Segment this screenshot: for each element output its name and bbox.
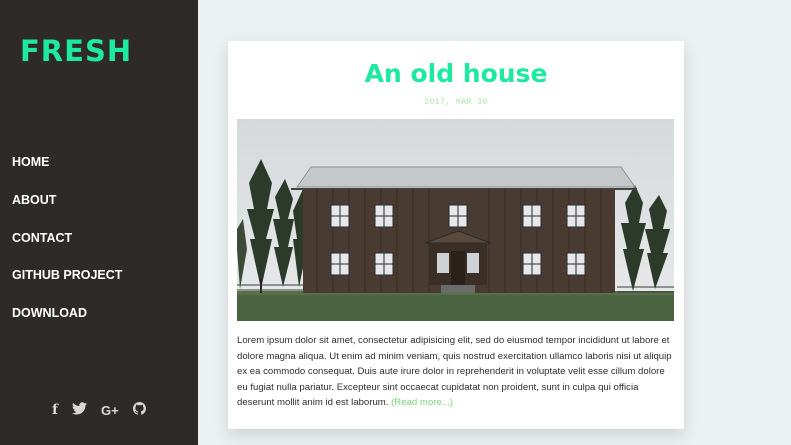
post-image[interactable]	[237, 119, 674, 321]
facebook-icon[interactable]: f	[52, 402, 58, 418]
sidebar: FRESH HOME ABOUT CONTACT GITHUB PROJECT …	[0, 0, 198, 445]
nav-item-about[interactable]: ABOUT	[12, 190, 122, 228]
post-excerpt: Lorem ipsum dolor sit amet, consectetur …	[237, 333, 677, 411]
read-more-link[interactable]: (Read more...)	[391, 397, 453, 408]
post-card: An old house 2017, MAR 30 Lorem ipsum do…	[228, 41, 684, 429]
nav-item-github-project[interactable]: GITHUB PROJECT	[12, 265, 122, 303]
post-date: 2017, MAR 30	[424, 98, 488, 107]
main-nav: HOME ABOUT CONTACT GITHUB PROJECT DOWNLO…	[12, 152, 122, 341]
nav-item-contact[interactable]: CONTACT	[12, 228, 122, 266]
google-plus-icon[interactable]: G+	[101, 403, 119, 418]
post-excerpt-text: Lorem ipsum dolor sit amet, consectetur …	[237, 335, 672, 409]
nav-item-home[interactable]: HOME	[12, 152, 122, 190]
github-icon[interactable]	[132, 402, 146, 418]
twitter-icon[interactable]	[72, 402, 88, 418]
site-logo[interactable]: FRESH	[20, 34, 132, 68]
social-links: f G+	[52, 402, 146, 418]
post-title[interactable]: An old house	[228, 59, 684, 88]
nav-item-download[interactable]: DOWNLOAD	[12, 303, 122, 341]
